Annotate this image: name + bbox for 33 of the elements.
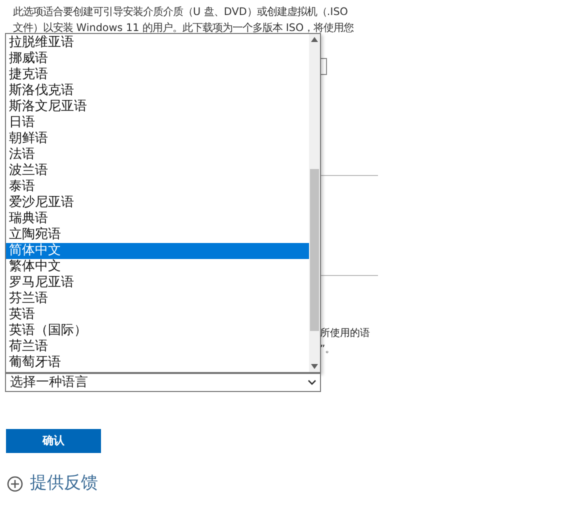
description-text: 文件）以安装 Windows 11 的用户。此下载项为一个多版本 ISO，将使用您 xyxy=(13,21,355,35)
language-option[interactable]: 爱沙尼亚语 xyxy=(6,195,309,211)
language-option[interactable]: 斯洛文尼亚语 xyxy=(6,99,309,115)
language-option[interactable]: 捷克语 xyxy=(6,67,309,83)
language-option[interactable]: 英语 xyxy=(6,307,309,323)
language-option[interactable]: 波兰语 xyxy=(6,163,309,179)
language-option[interactable]: 法语 xyxy=(6,147,309,163)
language-option[interactable]: 朝鲜语 xyxy=(6,131,309,147)
scroll-up-icon[interactable] xyxy=(311,37,318,42)
description-text: 此选项适合要创建可引导安装介质介质（U 盘、DVD）或创建虚拟机（.ISO xyxy=(13,5,349,20)
language-option[interactable]: 荷兰语 xyxy=(6,339,309,355)
language-option[interactable]: 立陶宛语 xyxy=(6,227,309,243)
confirm-button[interactable]: 确认 xyxy=(6,429,101,453)
language-option[interactable]: 芬兰语 xyxy=(6,291,309,307)
language-option[interactable]: 瑞典语 xyxy=(6,211,309,227)
caret-icon xyxy=(308,380,316,385)
language-option[interactable]: 挪威语 xyxy=(6,51,309,67)
language-option[interactable]: 繁体中文 xyxy=(6,259,309,275)
description-text: ”。 xyxy=(320,343,336,357)
language-option[interactable]: 泰语 xyxy=(6,179,309,195)
feedback-link[interactable]: 提供反馈 xyxy=(30,471,98,496)
scroll-down-icon[interactable] xyxy=(311,364,318,369)
language-option[interactable]: 斯洛伐克语 xyxy=(6,83,309,99)
language-option[interactable]: 简体中文 xyxy=(6,243,309,259)
language-option[interactable]: 葡萄牙语 xyxy=(6,355,309,371)
language-option[interactable]: 罗马尼亚语 xyxy=(6,275,309,291)
language-option[interactable]: 拉脱维亚语 xyxy=(6,35,309,51)
language-option[interactable]: 日语 xyxy=(6,115,309,131)
description-text: 所使用的语 xyxy=(320,326,371,341)
add-circle-icon xyxy=(7,476,23,492)
language-select[interactable]: 选择一种语言 xyxy=(5,373,321,392)
language-option[interactable]: 英语（国际） xyxy=(6,323,309,339)
scrollbar-thumb[interactable] xyxy=(310,169,319,331)
